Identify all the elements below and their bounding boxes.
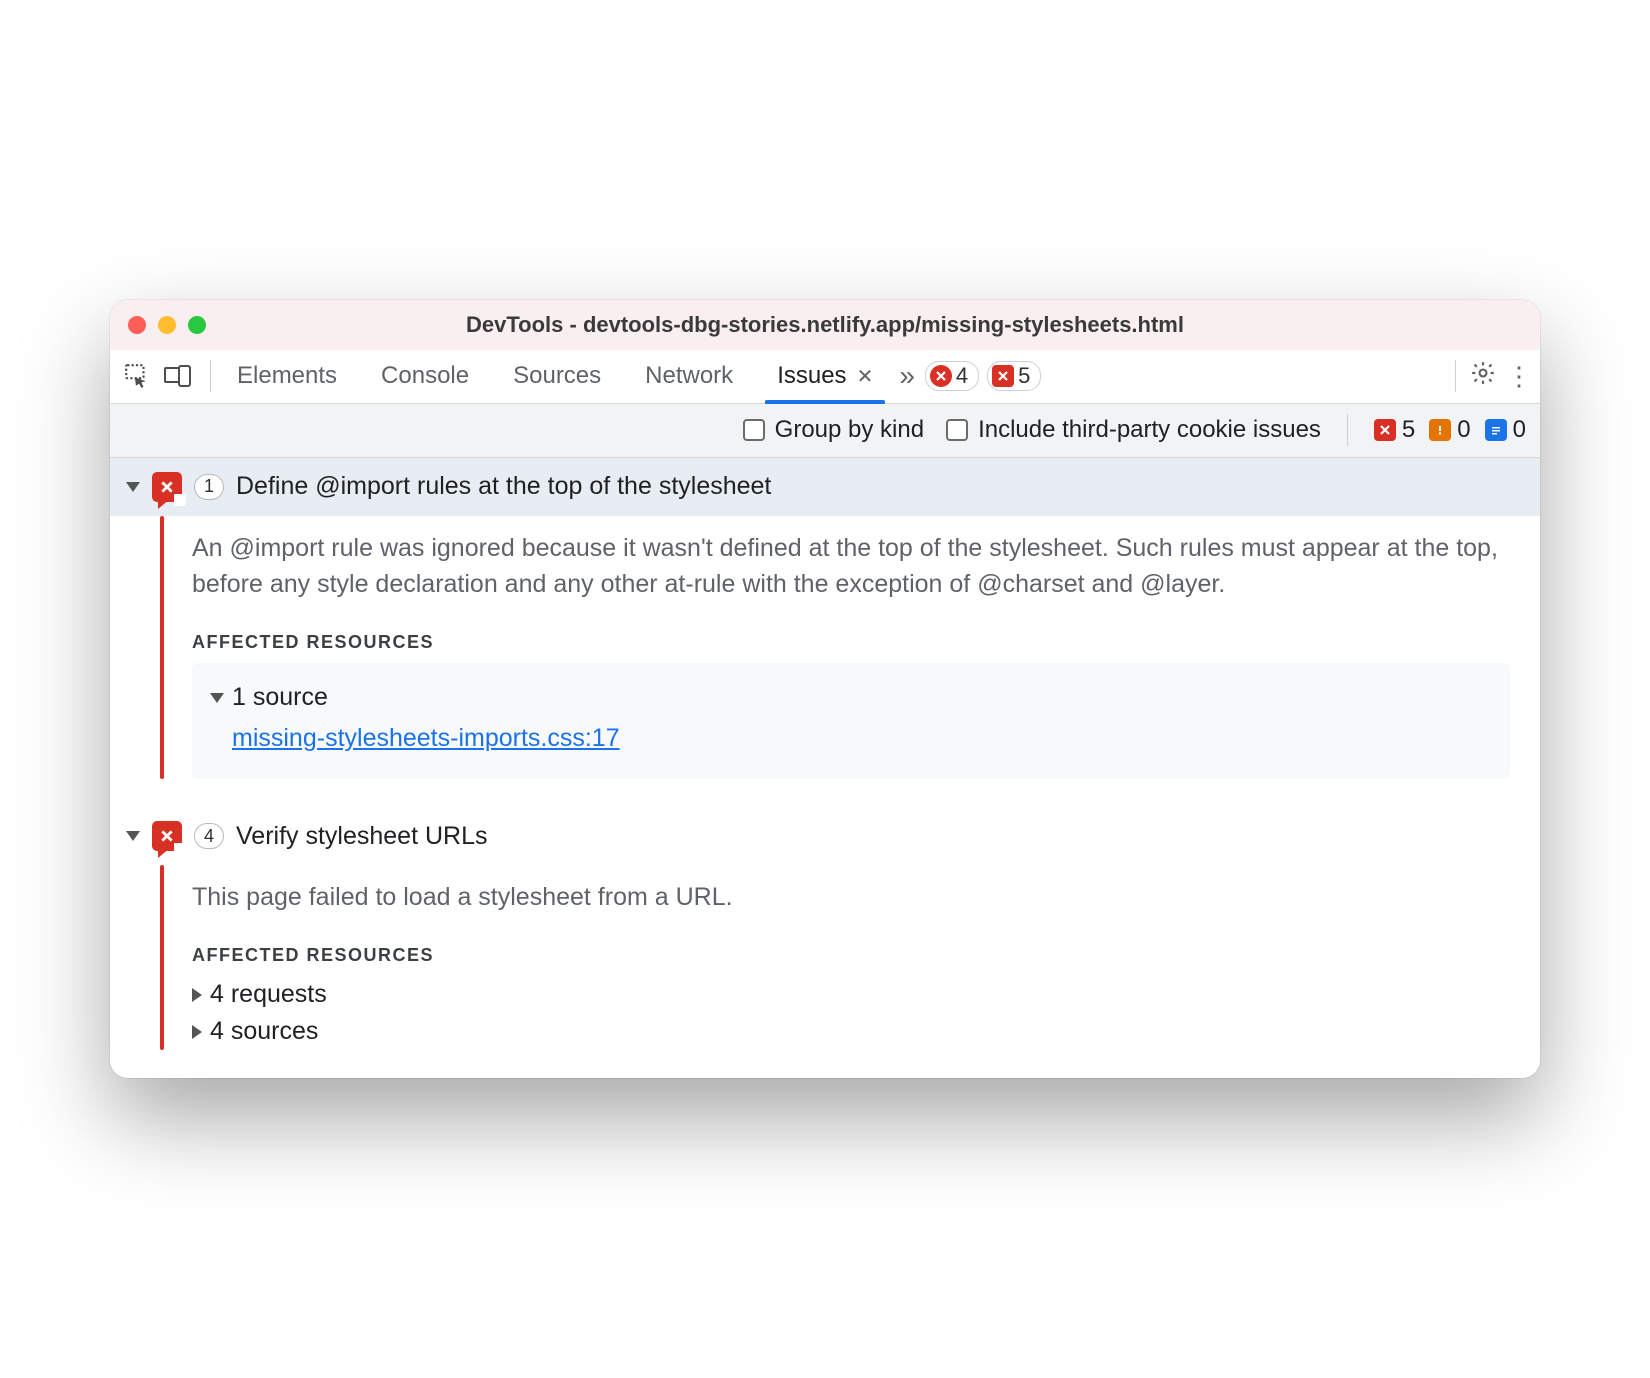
issue-content: An @import rule was ignored because it w… xyxy=(192,516,1540,780)
window-minimize-button[interactable] xyxy=(158,316,176,334)
info-counter[interactable]: 0 xyxy=(1485,416,1526,444)
group-by-kind-checkbox[interactable]: Group by kind xyxy=(743,416,924,444)
issue-header[interactable]: 4 Verify stylesheet URLs xyxy=(110,807,1540,865)
issues-filterbar: Group by kind Include third-party cookie… xyxy=(110,404,1540,458)
info-square-icon xyxy=(1485,419,1507,441)
tab-console[interactable]: Console xyxy=(359,350,491,403)
device-toolbar-icon[interactable] xyxy=(164,365,192,387)
affected-resources-list: 4 requests 4 sources xyxy=(192,976,1510,1050)
page-error-icon xyxy=(152,472,182,502)
chevron-down-icon[interactable] xyxy=(126,482,140,492)
issues-list: 1 Define @import rules at the top of the… xyxy=(110,458,1540,1079)
issue-description: This page failed to load a stylesheet fr… xyxy=(192,865,1510,945)
traffic-lights xyxy=(128,316,206,334)
third-party-label: Include third-party cookie issues xyxy=(978,416,1321,444)
error-square-icon xyxy=(1374,419,1396,441)
close-icon[interactable]: ✕ xyxy=(857,364,874,389)
divider xyxy=(1455,360,1456,392)
issue-count-pill: 4 xyxy=(194,823,224,849)
error-count: 5 xyxy=(1402,416,1415,444)
chevron-right-icon xyxy=(192,1025,202,1039)
console-errors-badge[interactable]: 4 xyxy=(925,361,979,391)
issues-badge[interactable]: 5 xyxy=(987,361,1041,391)
sources-summary-row[interactable]: 4 sources xyxy=(192,1013,1510,1050)
source-link-row: missing-stylesheets-imports.css:17 xyxy=(210,718,1492,759)
window-zoom-button[interactable] xyxy=(188,316,206,334)
issue-content: This page failed to load a stylesheet fr… xyxy=(192,865,1540,1050)
divider xyxy=(210,360,211,392)
issue-header[interactable]: 1 Define @import rules at the top of the… xyxy=(110,458,1540,516)
info-count: 0 xyxy=(1513,416,1526,444)
divider xyxy=(1347,414,1348,446)
chevron-down-icon xyxy=(210,693,224,703)
sources-summary: 1 source xyxy=(232,683,328,712)
sources-summary: 4 sources xyxy=(210,1017,318,1046)
chevron-right-icon xyxy=(192,988,202,1002)
severity-bar xyxy=(160,865,164,1050)
error-square-icon xyxy=(992,365,1014,387)
panel-tabs: Elements Console Sources Network Issues … xyxy=(215,350,895,403)
settings-icon[interactable] xyxy=(1470,360,1496,393)
main-tabbar: Elements Console Sources Network Issues … xyxy=(110,350,1540,404)
issue-title: Verify stylesheet URLs xyxy=(236,822,488,851)
warning-count: 0 xyxy=(1457,416,1470,444)
page-error-icon xyxy=(152,821,182,851)
error-counter[interactable]: 5 xyxy=(1374,416,1415,444)
tab-network[interactable]: Network xyxy=(623,350,755,403)
affected-resources-label: AFFECTED RESOURCES xyxy=(192,632,1510,653)
severity-bar xyxy=(160,516,164,780)
requests-summary: 4 requests xyxy=(210,980,327,1009)
window-close-button[interactable] xyxy=(128,316,146,334)
issue-body: This page failed to load a stylesheet fr… xyxy=(110,865,1540,1078)
issue-description: An @import rule was ignored because it w… xyxy=(192,516,1510,633)
chevron-down-icon[interactable] xyxy=(126,831,140,841)
third-party-cookie-checkbox[interactable]: Include third-party cookie issues xyxy=(946,416,1321,444)
affected-resources-label: AFFECTED RESOURCES xyxy=(192,945,1510,966)
group-by-kind-label: Group by kind xyxy=(775,416,924,444)
warning-counter[interactable]: 0 xyxy=(1429,416,1470,444)
sources-summary-row[interactable]: 1 source xyxy=(210,677,1492,718)
warning-square-icon xyxy=(1429,419,1451,441)
checkbox-icon xyxy=(946,419,968,441)
more-options-icon[interactable]: ⋮ xyxy=(1506,361,1530,392)
inspect-element-icon[interactable] xyxy=(124,363,150,389)
issues-badge-count: 5 xyxy=(1018,363,1030,389)
devtools-window: DevTools - devtools-dbg-stories.netlify.… xyxy=(110,300,1540,1079)
requests-summary-row[interactable]: 4 requests xyxy=(192,976,1510,1013)
tab-issues-label: Issues xyxy=(777,362,846,390)
affected-resources-box: 1 source missing-stylesheets-imports.css… xyxy=(192,663,1510,779)
checkbox-icon xyxy=(743,419,765,441)
window-title: DevTools - devtools-dbg-stories.netlify.… xyxy=(110,312,1540,338)
error-circle-icon xyxy=(930,365,952,387)
tab-elements[interactable]: Elements xyxy=(215,350,359,403)
titlebar: DevTools - devtools-dbg-stories.netlify.… xyxy=(110,300,1540,350)
tab-sources[interactable]: Sources xyxy=(491,350,623,403)
tab-issues[interactable]: Issues ✕ xyxy=(755,350,895,403)
issue-count-pill: 1 xyxy=(194,474,224,500)
console-errors-count: 4 xyxy=(956,363,968,389)
issue-title: Define @import rules at the top of the s… xyxy=(236,472,771,501)
toolbar-right: ⋮ xyxy=(1451,360,1530,393)
issue-counters: 5 0 0 xyxy=(1374,416,1526,444)
issue-body: An @import rule was ignored because it w… xyxy=(110,516,1540,808)
source-link[interactable]: missing-stylesheets-imports.css:17 xyxy=(232,724,620,753)
more-tabs-icon[interactable]: » xyxy=(899,360,915,392)
